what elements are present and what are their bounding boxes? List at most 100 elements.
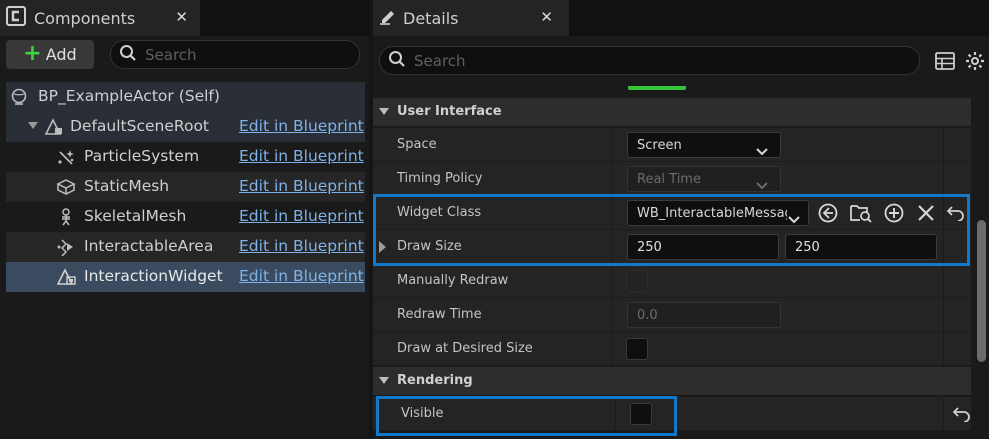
property-label: Visible [401, 406, 444, 421]
chevron-down-icon[interactable] [379, 108, 389, 115]
components-search-box[interactable] [110, 40, 360, 69]
chevron-right-icon[interactable] [379, 241, 386, 253]
details-panel: Details ✕ User Interface Space [373, 0, 989, 439]
dropdown-value: WB_InteractableMessag [637, 206, 787, 221]
color-swatch [628, 86, 686, 90]
tree-item-label: DefaultSceneRoot [70, 117, 210, 135]
tree-item-self[interactable]: BP_ExampleActor (Self) [6, 82, 365, 112]
category-user-interface[interactable]: User Interface [373, 98, 971, 126]
chevron-down-icon [788, 209, 800, 228]
property-row-timing-policy: Timing Policy Real Time [373, 162, 971, 196]
tree-item-label: InteractionWidget [84, 267, 223, 285]
details-tab-bar: Details ✕ [373, 0, 989, 36]
numeric-value: 0.0 [637, 308, 658, 323]
gear-icon[interactable] [965, 51, 985, 75]
visible-checkbox[interactable] [630, 403, 652, 425]
tree-item-particlesystem[interactable]: ParticleSystem Edit in Blueprint [6, 142, 365, 172]
use-selected-icon[interactable] [817, 202, 839, 228]
components-tab-title: Components [34, 8, 136, 28]
tree-item-defaultsceneroot[interactable]: DefaultSceneRoot Edit in Blueprint [6, 112, 365, 142]
tree-item-interactionwidget[interactable]: InteractionWidget Edit in Blueprint [6, 262, 365, 292]
skeletal-mesh-icon [56, 208, 74, 226]
edit-in-blueprint-link[interactable]: Edit in Blueprint [239, 267, 364, 285]
widget-class-actions [817, 202, 937, 228]
tree-item-label: ParticleSystem [84, 147, 200, 165]
static-mesh-icon [56, 178, 76, 196]
redraw-time-input[interactable]: 0.0 [627, 302, 781, 328]
property-row-visible: Visible [373, 397, 971, 431]
components-panel: Components ✕ + Add BP_ExampleActor (Self… [0, 0, 369, 439]
property-row-widget-class: Widget Class WB_InteractableMessag [373, 196, 971, 230]
timing-policy-dropdown[interactable]: Real Time [627, 166, 781, 192]
components-tab[interactable]: Components ✕ [0, 0, 200, 36]
property-label: Manually Redraw [397, 273, 509, 288]
details-search-box[interactable] [379, 46, 920, 75]
chevron-down-icon [756, 141, 768, 160]
add-component-button[interactable]: + Add [6, 40, 94, 69]
property-row-draw-at-desired-size: Draw at Desired Size [373, 332, 971, 366]
draw-at-desired-size-checkbox[interactable] [626, 338, 648, 360]
search-icon [380, 50, 406, 72]
reset-to-default-icon[interactable] [946, 205, 965, 225]
actor-sphere-icon [10, 88, 28, 106]
browse-folder-icon[interactable] [849, 202, 873, 228]
plus-icon: + [23, 40, 42, 66]
clear-icon[interactable] [915, 202, 937, 228]
details-tab[interactable]: Details ✕ [373, 0, 569, 36]
edit-in-blueprint-link[interactable]: Edit in Blueprint [239, 207, 364, 225]
add-button-label: Add [45, 45, 77, 64]
numeric-value: 250 [795, 240, 820, 255]
edit-in-blueprint-link[interactable]: Edit in Blueprint [239, 237, 364, 255]
components-tab-bar: Components ✕ [0, 0, 369, 36]
close-icon[interactable]: ✕ [540, 8, 553, 26]
details-search-input[interactable] [414, 51, 919, 70]
interactable-area-icon [56, 238, 74, 257]
property-label: Draw Size [397, 239, 462, 254]
property-matrix-icon[interactable] [935, 52, 955, 74]
space-dropdown[interactable]: Screen [627, 132, 781, 158]
details-property-list: User Interface Space Screen Timing Polic… [373, 86, 971, 439]
chevron-down-icon [756, 175, 768, 194]
draw-size-x-input[interactable]: 250 [627, 234, 779, 260]
pencil-icon [379, 7, 397, 29]
dropdown-value: Real Time [637, 172, 701, 187]
edit-in-blueprint-link[interactable]: Edit in Blueprint [239, 117, 364, 135]
property-row-space: Space Screen [373, 128, 971, 162]
draw-size-y-input[interactable]: 250 [785, 234, 937, 260]
close-icon[interactable]: ✕ [175, 8, 188, 26]
tree-item-skeletalmesh[interactable]: SkeletalMesh Edit in Blueprint [6, 202, 365, 232]
edit-in-blueprint-link[interactable]: Edit in Blueprint [239, 147, 364, 165]
scrollbar-thumb[interactable] [977, 220, 986, 362]
tree-item-label: StaticMesh [84, 177, 170, 195]
property-row-draw-size: Draw Size 250 250 [373, 230, 971, 264]
components-search-input[interactable] [145, 45, 359, 64]
reset-to-default-icon[interactable] [952, 406, 971, 426]
category-title: Rendering [397, 373, 473, 388]
property-row-manually-redraw: Manually Redraw [373, 264, 971, 298]
tree-item-interactablearea[interactable]: InteractableArea Edit in Blueprint [6, 232, 365, 262]
dropdown-value: Screen [637, 138, 682, 153]
edit-in-blueprint-link[interactable]: Edit in Blueprint [239, 177, 364, 195]
chevron-down-icon[interactable] [379, 377, 389, 384]
tree-item-staticmesh[interactable]: StaticMesh Edit in Blueprint [6, 172, 365, 202]
add-new-icon[interactable] [883, 202, 905, 228]
property-label: Timing Policy [397, 171, 483, 186]
search-icon [111, 44, 137, 66]
components-toolbar: + Add [0, 36, 369, 74]
category-title: User Interface [397, 104, 502, 119]
numeric-value: 250 [637, 240, 662, 255]
components-icon [6, 6, 26, 30]
property-label: Draw at Desired Size [397, 341, 533, 356]
property-label: Widget Class [397, 205, 482, 220]
tree-item-label: BP_ExampleActor (Self) [38, 87, 220, 105]
details-toolbar [373, 36, 989, 86]
widget-class-dropdown[interactable]: WB_InteractableMessag [627, 200, 809, 226]
manually-redraw-checkbox[interactable] [626, 270, 648, 292]
tree-item-label: InteractableArea [84, 237, 214, 255]
chevron-down-icon[interactable] [28, 122, 38, 129]
details-scrollbar[interactable] [973, 86, 989, 439]
particle-system-icon [56, 148, 74, 166]
details-tab-title: Details [403, 8, 459, 28]
category-rendering[interactable]: Rendering [373, 367, 971, 395]
component-tree: BP_ExampleActor (Self) DefaultSceneRoot … [6, 82, 365, 292]
